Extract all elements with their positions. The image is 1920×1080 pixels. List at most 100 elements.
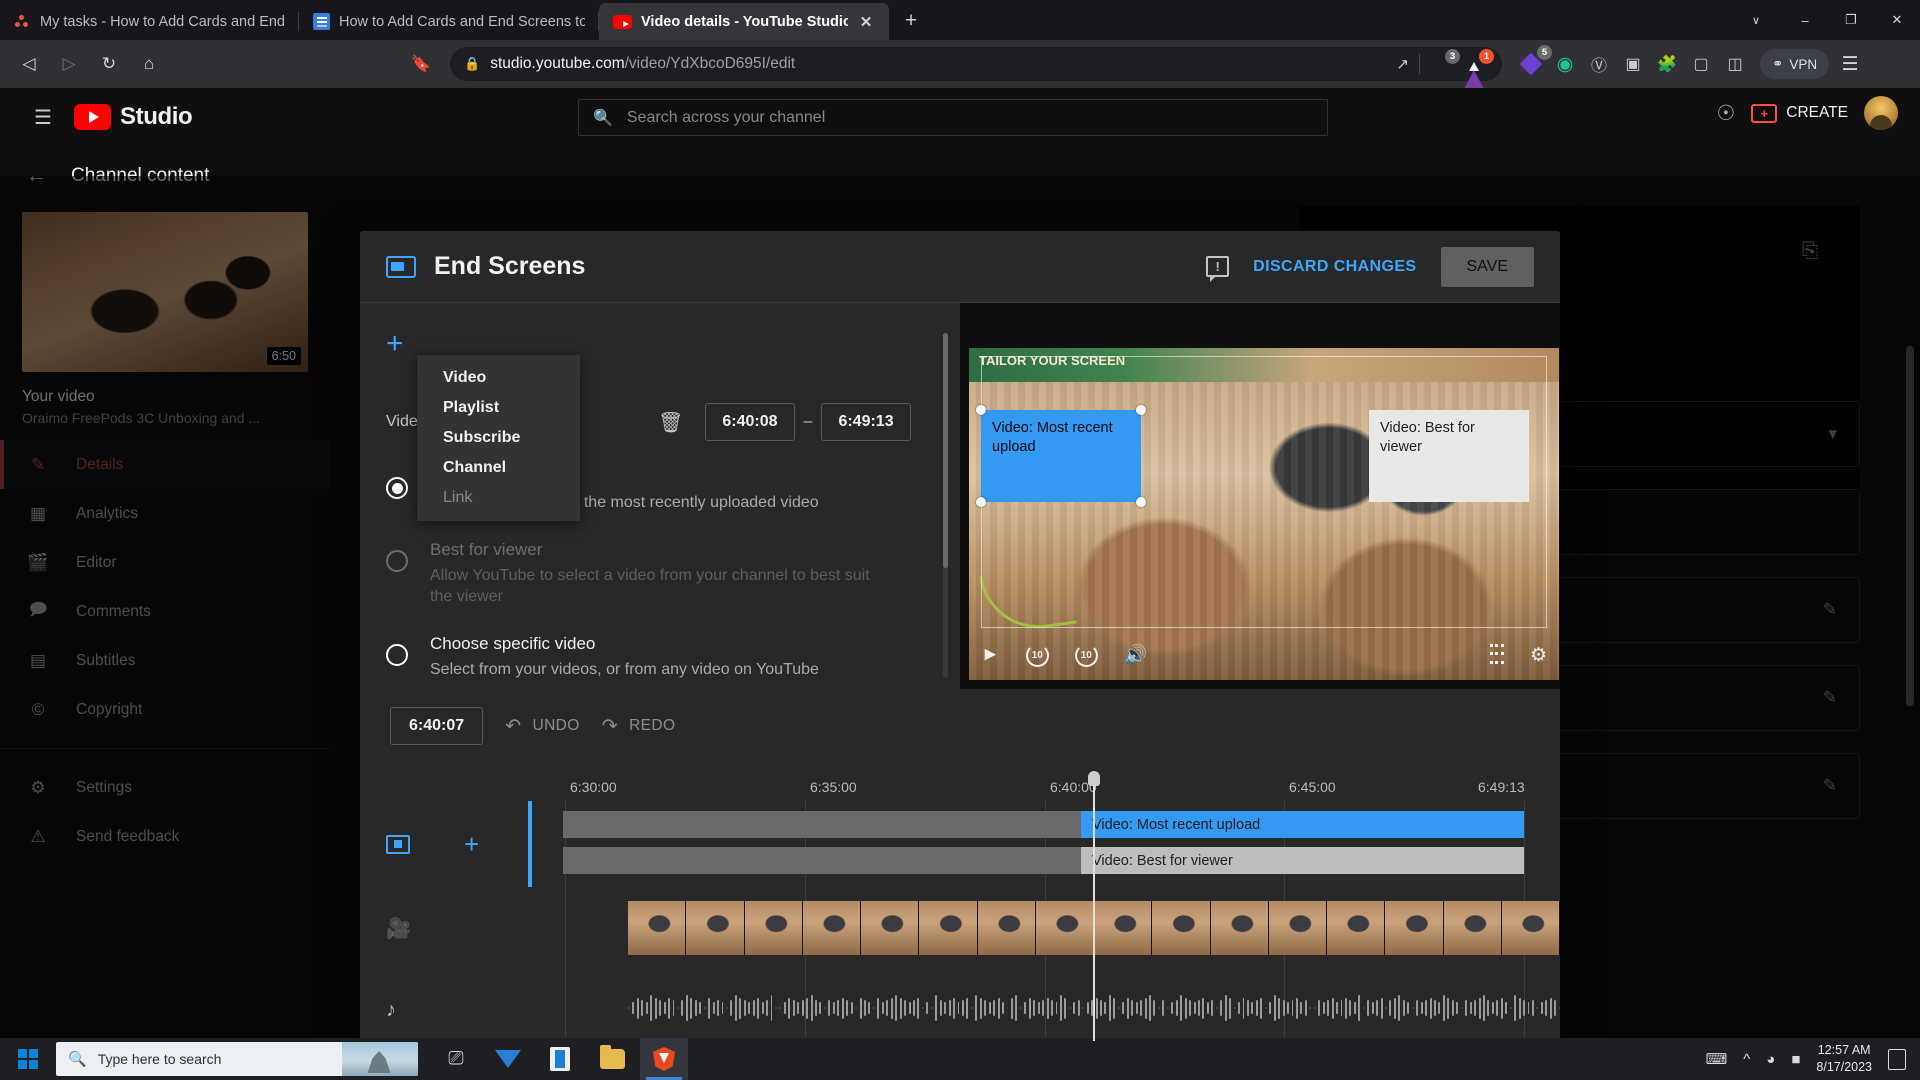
play-icon[interactable]: ► bbox=[981, 644, 1000, 666]
clip-placeholder bbox=[563, 811, 1081, 838]
studio-logo[interactable]: Studio bbox=[74, 103, 193, 131]
delete-icon[interactable]: 🗑 bbox=[658, 410, 683, 435]
battery-icon[interactable]: ■ bbox=[1791, 1051, 1800, 1068]
task-view-icon[interactable]: ⎚ bbox=[432, 1038, 480, 1080]
puzzle-icon[interactable]: 🧩 bbox=[1652, 49, 1682, 79]
element-label: Video: Best for viewer bbox=[1380, 420, 1475, 455]
track-lane[interactable]: Video: Most recent upload Video: Best fo… bbox=[528, 801, 1560, 887]
discard-changes-button[interactable]: DISCARD CHANGES bbox=[1253, 258, 1416, 276]
taskbar-search-input[interactable]: 🔍 Type here to search bbox=[56, 1042, 418, 1076]
panel-scrollbar[interactable] bbox=[943, 333, 948, 678]
current-time-input[interactable]: 6:40:07 bbox=[390, 707, 484, 745]
forward-icon[interactable]: ▷ bbox=[52, 47, 86, 81]
youtube-logo-icon bbox=[74, 104, 111, 130]
gear-icon[interactable]: ⚙ bbox=[1530, 644, 1547, 667]
bookmark-icon[interactable]: 🔖 bbox=[404, 47, 438, 81]
browser-menu-icon[interactable]: ☰ bbox=[1833, 53, 1867, 76]
menu-item-channel[interactable]: Channel bbox=[417, 453, 580, 483]
start-time-input[interactable]: 6:40:08 bbox=[705, 403, 795, 441]
grammarly-icon[interactable]: ◉ bbox=[1550, 49, 1580, 79]
avatar[interactable] bbox=[1864, 96, 1898, 130]
clock[interactable]: 12:57 AM 8/17/2023 bbox=[1816, 1042, 1872, 1076]
chevron-up-icon[interactable]: ^ bbox=[1743, 1051, 1750, 1068]
channel-search-input[interactable]: 🔍 Search across your channel bbox=[578, 99, 1328, 136]
start-button[interactable] bbox=[0, 1038, 56, 1080]
wifi-icon[interactable]: ◕ bbox=[1766, 1051, 1775, 1068]
brave-shields-icon[interactable]: 3 bbox=[1430, 49, 1460, 75]
end-screen-element-video-best-for-viewer[interactable]: Video: Best for viewer bbox=[1369, 410, 1529, 502]
split-view-icon[interactable]: ◫ bbox=[1720, 49, 1750, 79]
store-icon[interactable] bbox=[536, 1038, 584, 1080]
grid-icon[interactable] bbox=[1489, 643, 1504, 667]
extension-badge-icon[interactable]: 1 bbox=[1464, 49, 1494, 89]
new-tab-button[interactable]: + bbox=[895, 5, 927, 37]
browser-tab-2[interactable]: Video details - YouTube Studio ✕ bbox=[599, 3, 889, 40]
video-preview[interactable]: TAILOR YOUR SCREEN Video: Most recent up… bbox=[969, 348, 1559, 680]
rewind-10-icon[interactable]: 10 bbox=[1025, 643, 1049, 667]
create-icon: + bbox=[1751, 103, 1778, 123]
address-bar[interactable]: 🔒 studio.youtube.com/video/YdXbcoD695I/e… bbox=[450, 47, 1502, 89]
end-time-input[interactable]: 6:49:13 bbox=[821, 403, 911, 441]
menu-item-video[interactable]: Video bbox=[417, 363, 580, 393]
youtube-icon bbox=[613, 14, 632, 29]
minimize-button[interactable]: – bbox=[1782, 0, 1828, 40]
search-placeholder: Search across your channel bbox=[626, 108, 826, 126]
chevron-down-icon[interactable]: ∨ bbox=[1730, 0, 1782, 40]
keyboard-icon[interactable]: ⌨ bbox=[1706, 1050, 1728, 1068]
resize-handle[interactable] bbox=[1136, 405, 1146, 415]
menu-item-playlist[interactable]: Playlist bbox=[417, 393, 580, 423]
notifications-icon[interactable] bbox=[1888, 1048, 1906, 1070]
volume-icon[interactable]: 🔊 bbox=[1124, 643, 1148, 667]
redo-button[interactable]: ↷ REDO bbox=[602, 715, 676, 738]
close-icon[interactable]: ✕ bbox=[857, 13, 875, 31]
track-gutter: + bbox=[360, 801, 528, 887]
purple-extension-icon[interactable]: 5 bbox=[1516, 45, 1552, 79]
help-icon[interactable]: ☉ bbox=[1716, 101, 1735, 126]
browser-tab-1[interactable]: How to Add Cards and End Screens to bbox=[299, 3, 599, 40]
feedback-icon[interactable]: ! bbox=[1206, 256, 1230, 282]
home-icon[interactable]: ⌂ bbox=[132, 47, 166, 81]
resize-handle[interactable] bbox=[976, 405, 986, 415]
resize-handle[interactable] bbox=[1136, 497, 1146, 507]
vpn-button[interactable]: ⚭ VPN bbox=[1760, 49, 1830, 79]
vpn-icon: ⚭ bbox=[1772, 56, 1784, 71]
pocket-icon[interactable]: ▣ bbox=[1618, 49, 1648, 79]
add-element-icon[interactable]: + bbox=[464, 831, 479, 857]
clip-video-best-for-viewer[interactable]: Video: Best for viewer bbox=[1081, 847, 1524, 874]
track-lane[interactable] bbox=[528, 887, 1560, 969]
share-icon[interactable]: ↗ bbox=[1396, 55, 1409, 73]
close-window-button[interactable]: ✕ bbox=[1874, 0, 1920, 40]
radio-icon bbox=[386, 549, 408, 572]
mail-icon[interactable] bbox=[484, 1038, 532, 1080]
time-separator: – bbox=[803, 413, 813, 430]
playhead[interactable] bbox=[1088, 771, 1100, 1041]
undo-button[interactable]: ↶ UNDO bbox=[505, 715, 580, 738]
timeline-row-end-screens: + Video: Most recent upload Video: Best … bbox=[360, 801, 1560, 887]
player-controls: ► 10 10 🔊 ⚙ bbox=[981, 636, 1547, 674]
back-icon[interactable]: ◁ bbox=[12, 47, 46, 81]
end-screen-element-video-most-recent[interactable]: Video: Most recent upload bbox=[981, 410, 1141, 502]
menu-icon[interactable]: ☰ bbox=[22, 96, 64, 138]
undo-label: UNDO bbox=[532, 717, 580, 734]
resize-handle[interactable] bbox=[976, 497, 986, 507]
folder-icon[interactable] bbox=[588, 1038, 636, 1080]
add-icon[interactable]: + bbox=[386, 329, 404, 359]
dialog-save-button[interactable]: SAVE bbox=[1440, 246, 1534, 287]
reload-icon[interactable]: ↻ bbox=[92, 47, 126, 81]
wallet-extension-icon[interactable]: Ⓥ bbox=[1584, 49, 1614, 79]
window-controls: ∨ – ❐ ✕ bbox=[1730, 0, 1920, 40]
music-note-icon: ♪ bbox=[386, 998, 396, 1021]
clip-video-most-recent-upload[interactable]: Video: Most recent upload bbox=[1081, 811, 1524, 838]
maximize-button[interactable]: ❐ bbox=[1828, 0, 1874, 40]
browser-tab-0[interactable]: My tasks - How to Add Cards and End bbox=[0, 3, 299, 40]
windows-logo-icon bbox=[17, 1048, 39, 1070]
menu-item-subscribe[interactable]: Subscribe bbox=[417, 423, 580, 453]
dialog-title: End Screens bbox=[434, 252, 586, 280]
translate-icon[interactable]: ▢ bbox=[1686, 49, 1716, 79]
forward-10-icon[interactable]: 10 bbox=[1074, 643, 1098, 667]
radio-icon[interactable] bbox=[386, 477, 408, 499]
create-button[interactable]: + CREATE bbox=[1751, 103, 1848, 123]
radio-icon[interactable] bbox=[386, 643, 408, 666]
option-choose-specific-video[interactable]: Choose specific video Select from your v… bbox=[386, 634, 960, 681]
brave-icon[interactable] bbox=[640, 1038, 688, 1080]
